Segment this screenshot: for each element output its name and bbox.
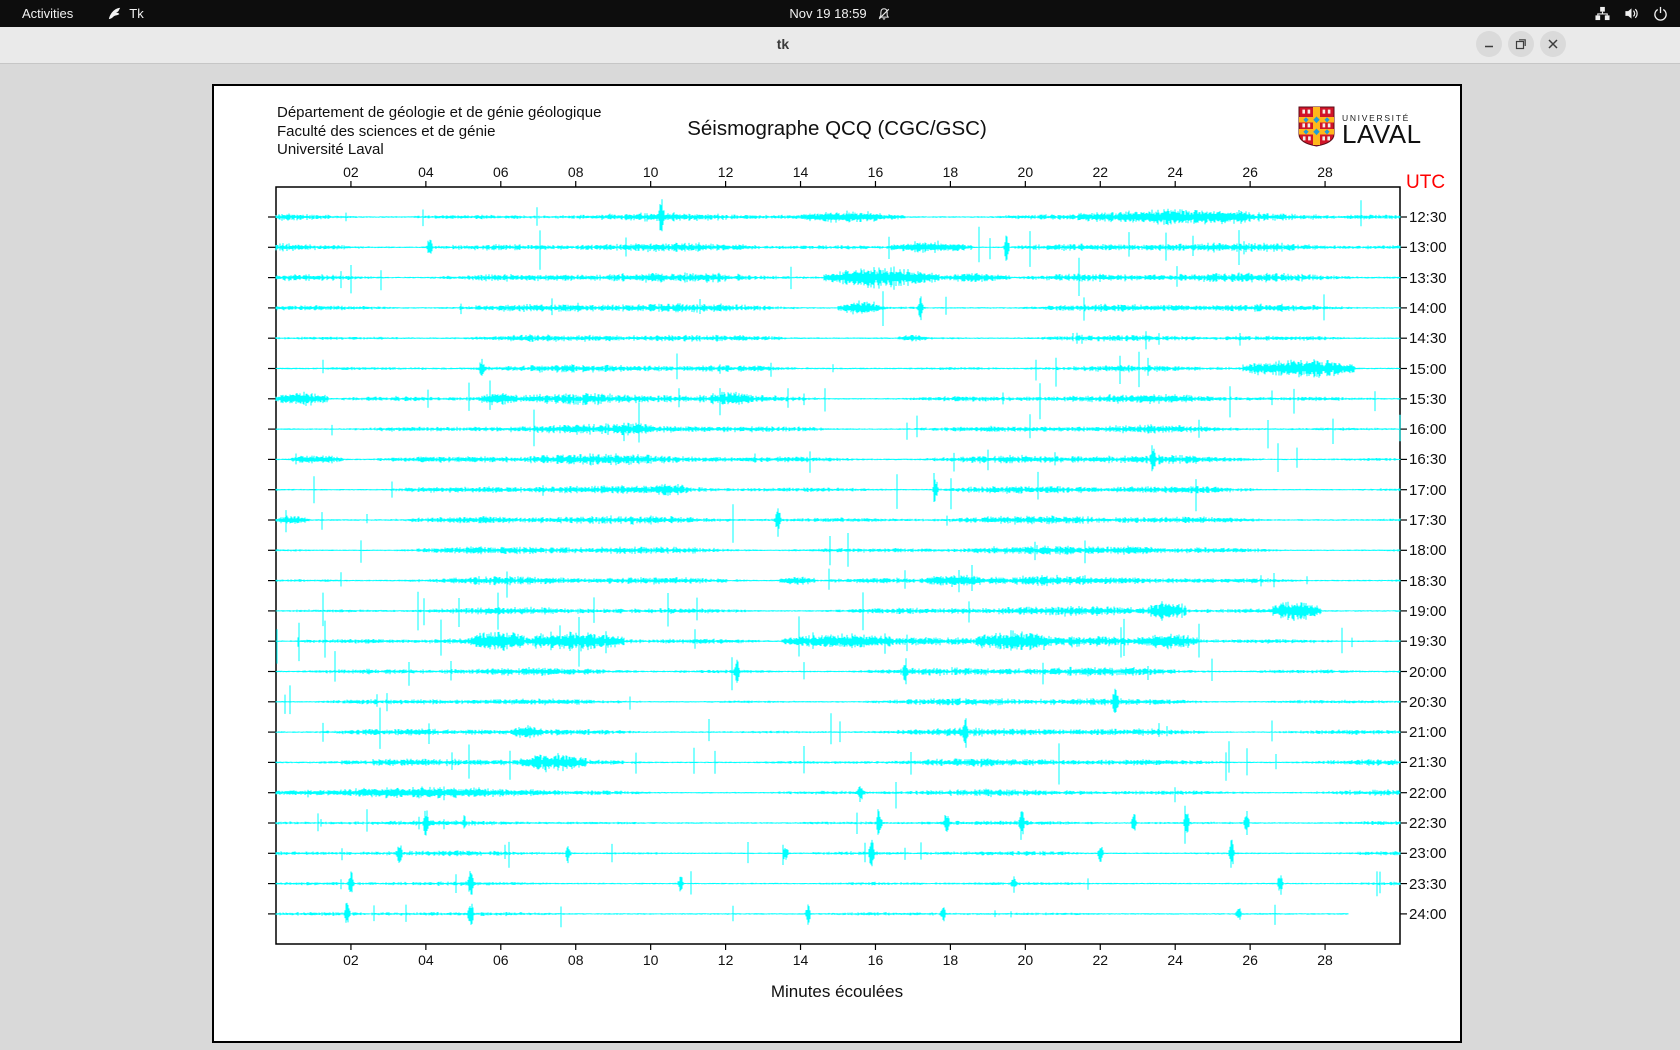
utc-time-label: 21:00	[1409, 724, 1447, 741]
x-tick-label-top: 12	[709, 164, 743, 180]
x-tick-label-bottom: 10	[634, 952, 668, 968]
seismograph-canvas: Département de géologie et de génie géol…	[212, 84, 1462, 1043]
gnome-top-bar: Activities Tk Nov 19 18:59	[0, 0, 1680, 27]
x-tick-label-bottom: 16	[858, 952, 892, 968]
x-tick-label-bottom: 04	[409, 952, 443, 968]
x-tick-label-top: 18	[933, 164, 967, 180]
utc-time-label: 20:30	[1409, 694, 1447, 711]
system-status-area[interactable]	[1595, 0, 1668, 27]
utc-time-label: 17:30	[1409, 512, 1447, 529]
x-tick-label-bottom: 22	[1083, 952, 1117, 968]
utc-time-label: 13:30	[1409, 270, 1447, 287]
x-tick-label-bottom: 06	[484, 952, 518, 968]
x-tick-label-bottom: 26	[1233, 952, 1267, 968]
x-tick-label-bottom: 14	[784, 952, 818, 968]
utc-time-label: 16:30	[1409, 451, 1447, 468]
volume-icon	[1624, 6, 1639, 21]
x-tick-label-top: 26	[1233, 164, 1267, 180]
minimize-button[interactable]	[1476, 31, 1502, 57]
utc-time-label: 13:00	[1409, 239, 1447, 256]
x-tick-label-top: 02	[334, 164, 368, 180]
x-tick-label-bottom: 20	[1008, 952, 1042, 968]
power-icon	[1653, 6, 1668, 21]
utc-time-label: 14:00	[1409, 300, 1447, 317]
window-titlebar[interactable]: tk	[0, 27, 1680, 64]
utc-time-label: 12:30	[1409, 209, 1447, 226]
x-tick-label-top: 04	[409, 164, 443, 180]
utc-time-label: 15:00	[1409, 361, 1447, 378]
x-tick-label-bottom: 02	[334, 952, 368, 968]
x-tick-label-top: 06	[484, 164, 518, 180]
utc-time-label: 22:00	[1409, 785, 1447, 802]
x-tick-label-bottom: 28	[1308, 952, 1342, 968]
utc-time-label: 15:30	[1409, 391, 1447, 408]
x-tick-label-top: 20	[1008, 164, 1042, 180]
close-button[interactable]	[1540, 31, 1566, 57]
utc-time-label: 17:00	[1409, 482, 1447, 499]
utc-time-label: 14:30	[1409, 330, 1447, 347]
utc-time-label: 16:00	[1409, 421, 1447, 438]
seismogram-plot	[214, 86, 1460, 1041]
x-tick-label-top: 08	[559, 164, 593, 180]
maximize-button[interactable]	[1508, 31, 1534, 57]
x-tick-label-bottom: 18	[933, 952, 967, 968]
clock-label: Nov 19 18:59	[789, 6, 866, 21]
utc-time-label: 18:30	[1409, 573, 1447, 590]
x-axis-title: Minutes écoulées	[214, 982, 1460, 1002]
utc-time-label: 23:00	[1409, 845, 1447, 862]
x-tick-label-bottom: 08	[559, 952, 593, 968]
network-icon	[1595, 6, 1610, 21]
notifications-off-icon	[877, 7, 891, 21]
desktop-screen: { "topbar": { "activities_label": "Activ…	[0, 0, 1680, 1050]
x-tick-label-top: 14	[784, 164, 818, 180]
x-tick-label-bottom: 24	[1158, 952, 1192, 968]
x-tick-label-bottom: 12	[709, 952, 743, 968]
utc-time-label: 24:00	[1409, 906, 1447, 923]
utc-time-label: 21:30	[1409, 754, 1447, 771]
x-tick-label-top: 10	[634, 164, 668, 180]
utc-time-label: 18:00	[1409, 542, 1447, 559]
x-tick-label-top: 28	[1308, 164, 1342, 180]
utc-time-label: 23:30	[1409, 876, 1447, 893]
utc-time-label: 20:00	[1409, 664, 1447, 681]
utc-time-label: 22:30	[1409, 815, 1447, 832]
x-tick-label-top: 24	[1158, 164, 1192, 180]
x-tick-label-top: 22	[1083, 164, 1117, 180]
clock-menu[interactable]: Nov 19 18:59	[0, 0, 1680, 27]
window-title: tk	[733, 36, 833, 52]
utc-time-label: 19:00	[1409, 603, 1447, 620]
x-tick-label-top: 16	[858, 164, 892, 180]
utc-time-label: 19:30	[1409, 633, 1447, 650]
